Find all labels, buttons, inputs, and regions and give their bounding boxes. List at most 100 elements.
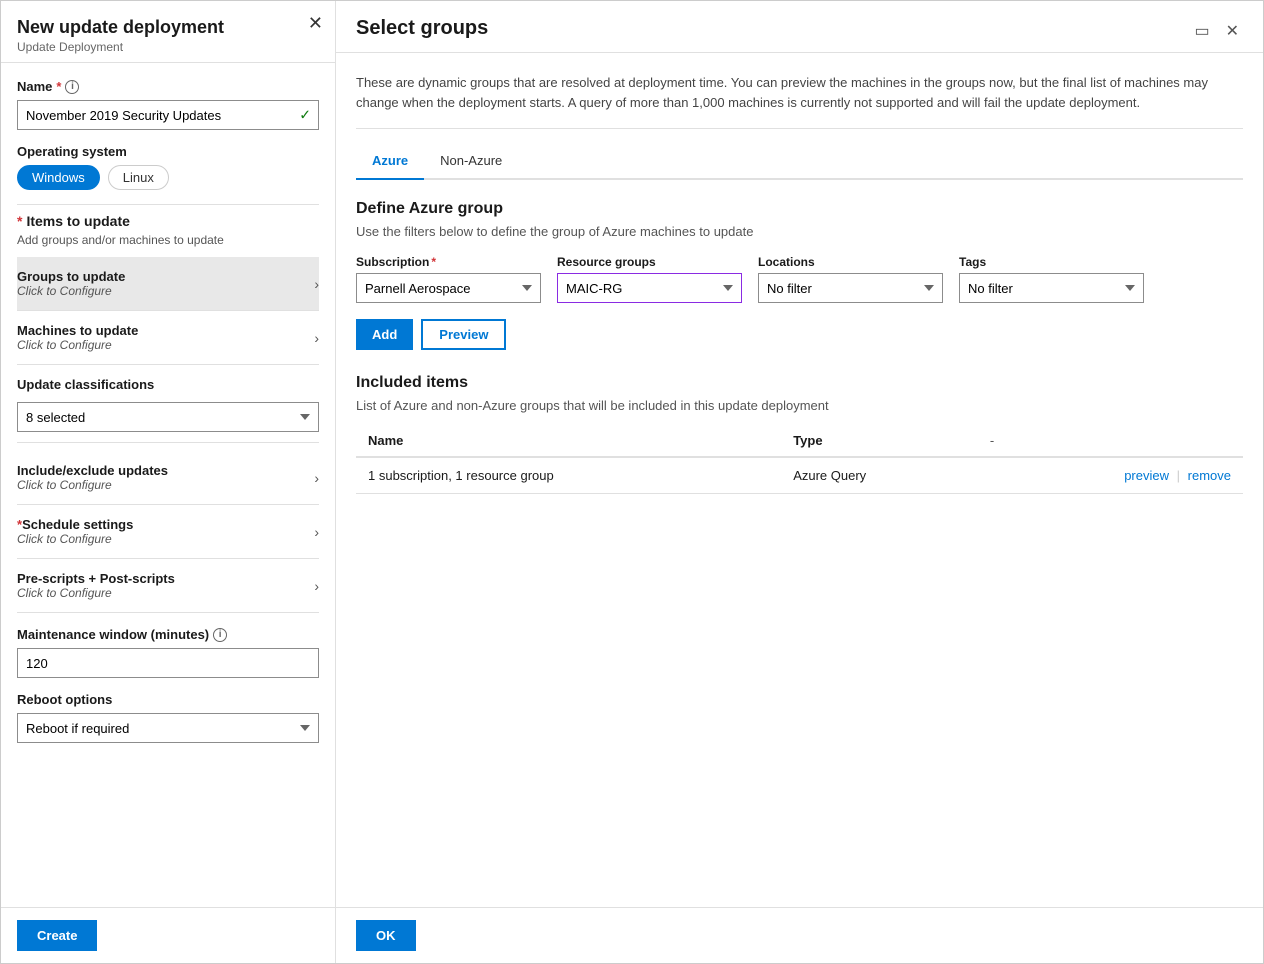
include-exclude-label: Include/exclude updates xyxy=(17,463,168,478)
schedule-required-asterisk: * xyxy=(17,517,22,532)
items-to-update-section: * Items to update Add groups and/or mach… xyxy=(17,213,319,743)
pre-post-scripts-row[interactable]: Pre-scripts + Post-scripts Click to Conf… xyxy=(17,559,319,613)
add-button[interactable]: Add xyxy=(356,319,413,350)
reboot-options-select[interactable]: Reboot if required Never reboot Always r… xyxy=(17,713,319,743)
pre-post-scripts-content: Pre-scripts + Post-scripts Click to Conf… xyxy=(17,571,175,600)
subscription-filter-group: Subscription * Parnell Aerospace xyxy=(356,255,541,303)
action-buttons: Add Preview xyxy=(356,319,1243,350)
included-items-desc: List of Azure and non-Azure groups that … xyxy=(356,398,1243,413)
table-header-type: Type xyxy=(781,425,978,457)
action-separator: | xyxy=(1177,468,1180,483)
items-to-update-title: * Items to update xyxy=(17,213,319,229)
update-classifications-dropdown-row: 8 selected xyxy=(17,402,319,432)
tags-select[interactable]: No filter xyxy=(959,273,1144,303)
remove-link[interactable]: remove xyxy=(1188,468,1231,483)
groups-to-update-content: Groups to update Click to Configure xyxy=(17,269,125,298)
right-header-actions: ▭ ✕ xyxy=(1190,17,1243,45)
table-cell-name: 1 subscription, 1 resource group xyxy=(356,457,781,494)
reboot-options-section: Reboot options Reboot if required Never … xyxy=(17,692,319,743)
left-body: Name * i ✓ Operating system Windows Linu… xyxy=(1,63,335,907)
pre-post-chevron-icon: › xyxy=(314,578,319,594)
close-right-panel-button[interactable]: ✕ xyxy=(1222,17,1243,45)
table-cell-type: Azure Query xyxy=(781,457,978,494)
maintenance-window-input[interactable] xyxy=(17,648,319,678)
locations-filter-label: Locations xyxy=(758,255,943,269)
preview-link[interactable]: preview xyxy=(1124,468,1169,483)
machines-to-update-content: Machines to update Click to Configure xyxy=(17,323,138,352)
tags-filter-label: Tags xyxy=(959,255,1144,269)
schedule-settings-sublabel: Click to Configure xyxy=(17,532,133,546)
table-header-row: Name Type - xyxy=(356,425,1243,457)
table-cell-actions: preview | remove xyxy=(978,457,1243,494)
schedule-settings-row[interactable]: *Schedule settings Click to Configure › xyxy=(17,505,319,559)
maintenance-window-label: Maintenance window (minutes) i xyxy=(17,627,319,642)
included-items-title: Included items xyxy=(356,374,1243,392)
include-exclude-chevron-icon: › xyxy=(314,470,319,486)
maintenance-window-section: Maintenance window (minutes) i xyxy=(17,627,319,678)
maximize-button[interactable]: ▭ xyxy=(1190,17,1213,45)
schedule-settings-label: *Schedule settings xyxy=(17,517,133,532)
tab-non-azure[interactable]: Non-Azure xyxy=(424,145,518,180)
os-label: Operating system xyxy=(17,144,319,159)
schedule-chevron-icon: › xyxy=(314,524,319,540)
filters-row: Subscription * Parnell Aerospace Resourc… xyxy=(356,255,1243,303)
groups-to-update-sublabel: Click to Configure xyxy=(17,284,125,298)
tabs: Azure Non-Azure xyxy=(356,145,1243,180)
subscription-required-asterisk: * xyxy=(431,255,436,269)
os-windows-button[interactable]: Windows xyxy=(17,165,100,190)
left-header: New update deployment Update Deployment … xyxy=(1,1,335,63)
define-azure-group-section: Define Azure group Use the filters below… xyxy=(356,200,1243,494)
close-left-panel-button[interactable]: ✕ xyxy=(308,13,323,34)
subscription-select[interactable]: Parnell Aerospace xyxy=(356,273,541,303)
table-header-actions: - xyxy=(978,425,1243,457)
right-footer: OK xyxy=(336,907,1263,963)
name-field-label: Name * i xyxy=(17,79,319,94)
locations-filter-group: Locations No filter xyxy=(758,255,943,303)
locations-select[interactable]: No filter xyxy=(758,273,943,303)
groups-chevron-icon: › xyxy=(314,276,319,292)
included-items-section: Included items List of Azure and non-Azu… xyxy=(356,374,1243,494)
include-exclude-sublabel: Click to Configure xyxy=(17,478,168,492)
tags-filter-group: Tags No filter xyxy=(959,255,1144,303)
resource-groups-filter-group: Resource groups MAIC-RG xyxy=(557,255,742,303)
groups-to-update-row[interactable]: Groups to update Click to Configure › xyxy=(17,257,319,311)
create-button[interactable]: Create xyxy=(17,920,97,951)
left-footer: Create xyxy=(1,907,335,963)
machines-to-update-row[interactable]: Machines to update Click to Configure › xyxy=(17,311,319,365)
maintenance-info-icon[interactable]: i xyxy=(213,628,227,642)
items-to-update-desc: Add groups and/or machines to update xyxy=(17,233,319,247)
table-row: 1 subscription, 1 resource group Azure Q… xyxy=(356,457,1243,494)
os-toggle: Windows Linux xyxy=(17,165,319,190)
ok-button[interactable]: OK xyxy=(356,920,416,951)
name-required-asterisk: * xyxy=(56,79,61,94)
resource-groups-select[interactable]: MAIC-RG xyxy=(557,273,742,303)
left-panel: New update deployment Update Deployment … xyxy=(1,1,336,963)
pre-post-scripts-label: Pre-scripts + Post-scripts xyxy=(17,571,175,586)
groups-to-update-label: Groups to update xyxy=(17,269,125,284)
left-panel-title: New update deployment xyxy=(17,17,319,38)
os-linux-button[interactable]: Linux xyxy=(108,165,169,190)
section-divider-2 xyxy=(17,442,319,443)
preview-button[interactable]: Preview xyxy=(421,319,506,350)
update-classifications-label: Update classifications xyxy=(17,377,319,392)
items-required-asterisk: * xyxy=(17,213,22,229)
name-input[interactable] xyxy=(17,100,319,130)
update-classifications-select[interactable]: 8 selected xyxy=(17,402,319,432)
define-group-desc: Use the filters below to define the grou… xyxy=(356,224,1243,239)
name-info-icon[interactable]: i xyxy=(65,80,79,94)
include-exclude-row[interactable]: Include/exclude updates Click to Configu… xyxy=(17,451,319,505)
left-panel-subtitle: Update Deployment xyxy=(17,40,319,54)
name-checkmark-icon: ✓ xyxy=(299,107,311,124)
name-input-wrapper: ✓ xyxy=(17,100,319,130)
right-panel: Select groups ▭ ✕ These are dynamic grou… xyxy=(336,1,1263,963)
machines-chevron-icon: › xyxy=(314,330,319,346)
right-panel-title: Select groups xyxy=(356,17,488,52)
include-exclude-content: Include/exclude updates Click to Configu… xyxy=(17,463,168,492)
reboot-options-label: Reboot options xyxy=(17,692,319,707)
tab-azure[interactable]: Azure xyxy=(356,145,424,180)
pre-post-scripts-sublabel: Click to Configure xyxy=(17,586,175,600)
machines-to-update-label: Machines to update xyxy=(17,323,138,338)
right-panel-description: These are dynamic groups that are resolv… xyxy=(356,73,1243,129)
resource-groups-filter-label: Resource groups xyxy=(557,255,742,269)
schedule-settings-content: *Schedule settings Click to Configure xyxy=(17,517,133,546)
